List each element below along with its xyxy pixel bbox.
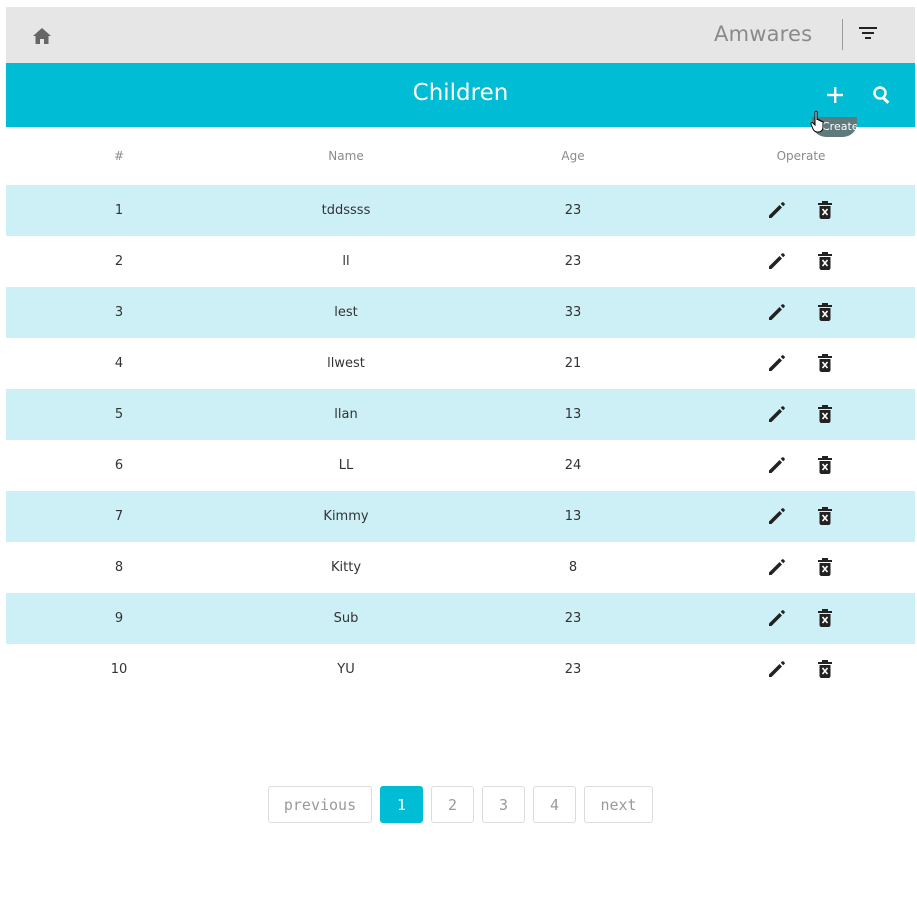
cell-name: YU xyxy=(337,662,355,677)
cell-age: 13 xyxy=(564,509,582,524)
edit-icon[interactable] xyxy=(766,556,788,578)
table-body: 1 tddssss 23 2 ll 23 3 lest 33 4 llwest 21 5 llan 13 6 L… xyxy=(6,185,915,695)
delete-icon[interactable] xyxy=(814,352,836,374)
cell-index: 8 xyxy=(114,560,124,575)
search-icon xyxy=(873,86,890,104)
cell-index: 1 xyxy=(114,203,124,218)
table-row: 7 Kimmy 13 xyxy=(6,491,915,542)
delete-icon[interactable] xyxy=(814,199,836,221)
edit-icon[interactable] xyxy=(766,352,788,374)
delete-icon[interactable] xyxy=(814,250,836,272)
table-row: 9 Sub 23 xyxy=(6,593,915,644)
page-header: Children xyxy=(6,63,915,127)
cell-name: llan xyxy=(334,407,358,422)
brand-name: Amwares xyxy=(714,22,813,46)
plus-icon xyxy=(827,87,843,103)
children-table: # Name Age Operate 1 tddssss 23 2 ll 23 3 lest 3… xyxy=(6,127,915,695)
cell-age: 23 xyxy=(564,254,582,269)
cell-name: lest xyxy=(334,305,358,320)
page-1-button[interactable]: 1 xyxy=(380,786,423,823)
delete-icon[interactable] xyxy=(814,454,836,476)
column-header-age: Age xyxy=(561,149,585,163)
edit-icon[interactable] xyxy=(766,301,788,323)
cell-name: Kimmy xyxy=(323,509,369,524)
cell-name: Kitty xyxy=(330,560,362,575)
add-button[interactable] xyxy=(821,81,849,109)
page-title: Children xyxy=(412,80,509,106)
cell-age: 24 xyxy=(564,458,582,473)
cell-index: 7 xyxy=(114,509,124,524)
top-bar: Amwares xyxy=(6,7,915,63)
cell-index: 6 xyxy=(114,458,124,473)
column-header-operate: Operate xyxy=(776,149,826,163)
cell-name: Sub xyxy=(333,611,359,626)
cell-index: 5 xyxy=(114,407,124,422)
delete-icon[interactable] xyxy=(814,505,836,527)
table-row: 6 LL 24 xyxy=(6,440,915,491)
table-row: 4 llwest 21 xyxy=(6,338,915,389)
cell-name: ll xyxy=(342,254,350,269)
cell-index: 9 xyxy=(114,611,124,626)
edit-icon[interactable] xyxy=(766,199,788,221)
cell-index: 10 xyxy=(110,662,128,677)
delete-icon[interactable] xyxy=(814,556,836,578)
table-row: 10 YU 23 xyxy=(6,644,915,695)
cell-name: LL xyxy=(338,458,354,473)
edit-icon[interactable] xyxy=(766,505,788,527)
edit-icon[interactable] xyxy=(766,607,788,629)
edit-icon[interactable] xyxy=(766,250,788,272)
cell-age: 33 xyxy=(564,305,582,320)
cell-name: tddssss xyxy=(321,203,371,218)
filter-icon[interactable] xyxy=(856,21,880,45)
table-header: # Name Age Operate xyxy=(6,127,915,185)
table-row: 3 lest 33 xyxy=(6,287,915,338)
page-4-button[interactable]: 4 xyxy=(533,786,576,823)
pagination: previous 1 2 3 4 next xyxy=(0,786,917,823)
cell-age: 23 xyxy=(564,611,582,626)
edit-icon[interactable] xyxy=(766,658,788,680)
previous-button[interactable]: previous xyxy=(268,786,372,823)
cell-age: 23 xyxy=(564,662,582,677)
delete-icon[interactable] xyxy=(814,658,836,680)
table-row: 2 ll 23 xyxy=(6,236,915,287)
delete-icon[interactable] xyxy=(814,301,836,323)
delete-icon[interactable] xyxy=(814,403,836,425)
next-button[interactable]: next xyxy=(584,786,653,823)
table-row: 1 tddssss 23 xyxy=(6,185,915,236)
cell-name: llwest xyxy=(327,356,365,371)
table-row: 5 llan 13 xyxy=(6,389,915,440)
cell-index: 2 xyxy=(114,254,124,269)
cell-age: 8 xyxy=(568,560,578,575)
cell-index: 4 xyxy=(114,356,124,371)
cell-age: 23 xyxy=(564,203,582,218)
cell-age: 13 xyxy=(564,407,582,422)
page-2-button[interactable]: 2 xyxy=(431,786,474,823)
edit-icon[interactable] xyxy=(766,454,788,476)
table-row: 8 Kitty 8 xyxy=(6,542,915,593)
cell-index: 3 xyxy=(114,305,124,320)
cell-age: 21 xyxy=(564,356,582,371)
edit-icon[interactable] xyxy=(766,403,788,425)
column-header-index: # xyxy=(113,149,125,163)
home-icon[interactable] xyxy=(30,25,54,47)
column-header-name: Name xyxy=(328,149,364,163)
delete-icon[interactable] xyxy=(814,607,836,629)
search-button[interactable] xyxy=(869,82,895,108)
divider xyxy=(842,19,843,50)
page-3-button[interactable]: 3 xyxy=(482,786,525,823)
